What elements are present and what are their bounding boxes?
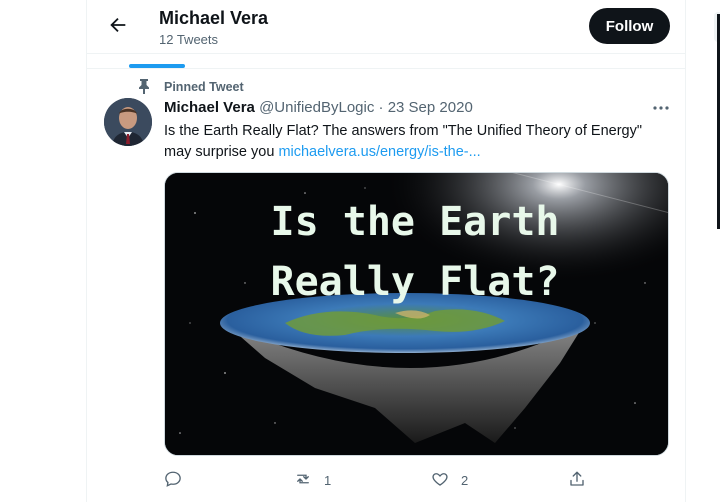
profile-header: Michael Vera 12 Tweets Follow — [87, 0, 685, 53]
retweet-count: 1 — [324, 472, 332, 488]
media-caption-line1: Is the Earth — [271, 199, 560, 245]
share-button[interactable] — [568, 466, 586, 494]
author-name[interactable]: Michael Vera — [164, 99, 255, 116]
pinned-tweet-label: Pinned Tweet — [164, 80, 244, 94]
page-title: Michael Vera — [159, 8, 269, 28]
like-button[interactable]: 2 — [431, 466, 468, 494]
heart-icon — [431, 470, 449, 491]
meta-separator: · — [378, 99, 384, 116]
reply-icon — [164, 470, 182, 491]
like-count: 2 — [461, 472, 469, 488]
tweet-meta: Michael Vera @UnifiedByLogic · 23 Sep 20… — [164, 99, 473, 116]
retweet-button[interactable]: 1 — [294, 466, 331, 494]
back-arrow-icon[interactable] — [105, 14, 131, 40]
follow-button[interactable]: Follow — [589, 8, 670, 44]
tweet-divider — [87, 68, 685, 69]
tweet-actions: 1 2 — [164, 466, 669, 494]
reply-button[interactable] — [164, 466, 194, 494]
author-handle[interactable]: @UnifiedByLogic — [259, 99, 374, 116]
avatar[interactable] — [104, 98, 152, 146]
tweet-link[interactable]: michaelvera.us/energy/is-the-... — [278, 144, 480, 160]
tweet-date[interactable]: 23 Sep 2020 — [388, 99, 473, 116]
header-divider — [87, 53, 685, 54]
media-caption-line2: Really Flat? — [271, 259, 560, 305]
tweet-media-image[interactable]: Is the Earth Really Flat? — [164, 172, 669, 456]
retweet-icon — [294, 470, 312, 491]
pin-icon — [137, 78, 151, 94]
tweet-text: Is the Earth Really Flat? The answers fr… — [164, 121, 664, 163]
tweet-count: 12 Tweets — [159, 32, 219, 47]
profile-column: Michael Vera 12 Tweets Follow Pinned Twe… — [86, 0, 686, 502]
more-options-icon[interactable] — [651, 98, 671, 118]
share-icon — [568, 470, 586, 491]
